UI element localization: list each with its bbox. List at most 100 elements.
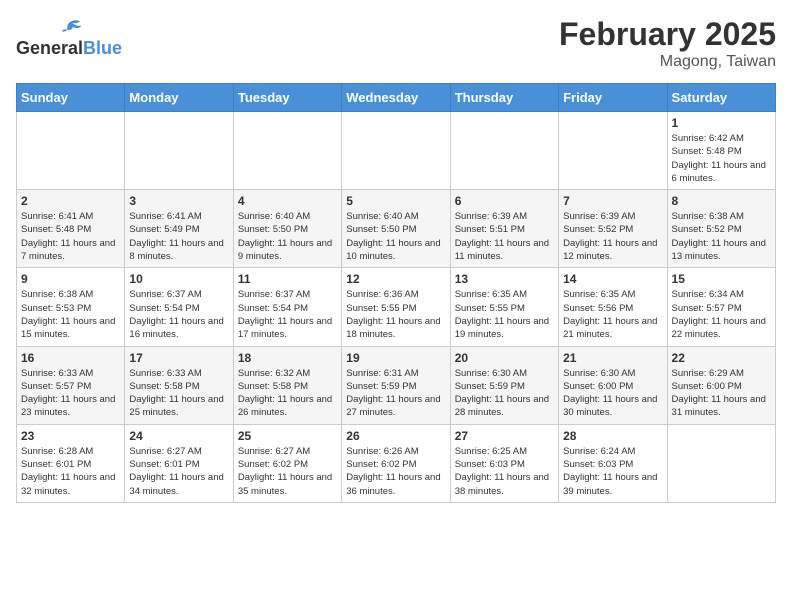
day-info: Sunrise: 6:40 AM Sunset: 5:50 PM Dayligh… [238, 210, 337, 263]
day-info: Sunrise: 6:41 AM Sunset: 5:49 PM Dayligh… [129, 210, 228, 263]
calendar-cell: 5 Sunrise: 6:40 AM Sunset: 5:50 PM Daylig… [342, 190, 450, 268]
day-number: 14 [563, 272, 662, 286]
calendar-cell [667, 424, 775, 502]
calendar-cell: 16 Sunrise: 6:33 AM Sunset: 5:57 PM Dayli… [17, 346, 125, 424]
day-info: Sunrise: 6:28 AM Sunset: 6:01 PM Dayligh… [21, 445, 120, 498]
calendar-cell: 23 Sunrise: 6:28 AM Sunset: 6:01 PM Dayli… [17, 424, 125, 502]
day-info: Sunrise: 6:36 AM Sunset: 5:55 PM Dayligh… [346, 288, 445, 341]
header: General Blue February 2025 Magong, Taiwa… [16, 16, 776, 71]
day-number: 12 [346, 272, 445, 286]
calendar-cell [233, 112, 341, 190]
day-number: 28 [563, 429, 662, 443]
day-info: Sunrise: 6:24 AM Sunset: 6:03 PM Dayligh… [563, 445, 662, 498]
calendar-cell [559, 112, 667, 190]
day-number: 8 [672, 194, 771, 208]
day-info: Sunrise: 6:40 AM Sunset: 5:50 PM Dayligh… [346, 210, 445, 263]
calendar-cell: 15 Sunrise: 6:34 AM Sunset: 5:57 PM Dayli… [667, 268, 775, 346]
calendar-cell: 8 Sunrise: 6:38 AM Sunset: 5:52 PM Daylig… [667, 190, 775, 268]
calendar-cell [125, 112, 233, 190]
day-info: Sunrise: 6:31 AM Sunset: 5:59 PM Dayligh… [346, 367, 445, 420]
day-number: 18 [238, 351, 337, 365]
calendar-cell [17, 112, 125, 190]
day-number: 26 [346, 429, 445, 443]
calendar-cell: 22 Sunrise: 6:29 AM Sunset: 6:00 PM Dayli… [667, 346, 775, 424]
day-number: 27 [455, 429, 554, 443]
calendar-week-1: 1 Sunrise: 6:42 AM Sunset: 5:48 PM Daylig… [17, 112, 776, 190]
day-info: Sunrise: 6:33 AM Sunset: 5:57 PM Dayligh… [21, 367, 120, 420]
day-info: Sunrise: 6:37 AM Sunset: 5:54 PM Dayligh… [238, 288, 337, 341]
calendar-header-monday: Monday [125, 84, 233, 112]
day-number: 25 [238, 429, 337, 443]
calendar-cell: 24 Sunrise: 6:27 AM Sunset: 6:01 PM Dayli… [125, 424, 233, 502]
day-info: Sunrise: 6:38 AM Sunset: 5:52 PM Dayligh… [672, 210, 771, 263]
day-info: Sunrise: 6:25 AM Sunset: 6:03 PM Dayligh… [455, 445, 554, 498]
day-number: 24 [129, 429, 228, 443]
day-info: Sunrise: 6:35 AM Sunset: 5:56 PM Dayligh… [563, 288, 662, 341]
day-info: Sunrise: 6:41 AM Sunset: 5:48 PM Dayligh… [21, 210, 120, 263]
calendar-cell: 20Sunrise: 6:30 AM Sunset: 5:59 PM Dayli… [450, 346, 558, 424]
calendar-cell: 19 Sunrise: 6:31 AM Sunset: 5:59 PM Dayli… [342, 346, 450, 424]
bird-icon [55, 16, 83, 38]
calendar-cell: 6 Sunrise: 6:39 AM Sunset: 5:51 PM Daylig… [450, 190, 558, 268]
day-info: Sunrise: 6:26 AM Sunset: 6:02 PM Dayligh… [346, 445, 445, 498]
day-info: Sunrise: 6:30 AM Sunset: 5:59 PM Dayligh… [455, 367, 554, 420]
calendar-week-5: 23 Sunrise: 6:28 AM Sunset: 6:01 PM Dayli… [17, 424, 776, 502]
day-info: Sunrise: 6:34 AM Sunset: 5:57 PM Dayligh… [672, 288, 771, 341]
day-number: 5 [346, 194, 445, 208]
calendar-header-thursday: Thursday [450, 84, 558, 112]
day-number: 6 [455, 194, 554, 208]
day-info: Sunrise: 6:37 AM Sunset: 5:54 PM Dayligh… [129, 288, 228, 341]
day-number: 4 [238, 194, 337, 208]
calendar-header-saturday: Saturday [667, 84, 775, 112]
day-number: 17 [129, 351, 228, 365]
day-number: 9 [21, 272, 120, 286]
calendar-cell [342, 112, 450, 190]
title-area: February 2025 Magong, Taiwan [559, 16, 776, 71]
calendar-cell: 25 Sunrise: 6:27 AM Sunset: 6:02 PM Dayli… [233, 424, 341, 502]
logo-general: General [16, 38, 83, 59]
calendar-header-row: SundayMondayTuesdayWednesdayThursdayFrid… [17, 84, 776, 112]
calendar-cell: 11 Sunrise: 6:37 AM Sunset: 5:54 PM Dayli… [233, 268, 341, 346]
calendar-cell: 17 Sunrise: 6:33 AM Sunset: 5:58 PM Dayli… [125, 346, 233, 424]
day-info: Sunrise: 6:33 AM Sunset: 5:58 PM Dayligh… [129, 367, 228, 420]
calendar-week-4: 16 Sunrise: 6:33 AM Sunset: 5:57 PM Dayli… [17, 346, 776, 424]
day-info: Sunrise: 6:32 AM Sunset: 5:58 PM Dayligh… [238, 367, 337, 420]
calendar-cell: 14 Sunrise: 6:35 AM Sunset: 5:56 PM Dayli… [559, 268, 667, 346]
day-info: Sunrise: 6:42 AM Sunset: 5:48 PM Dayligh… [672, 132, 771, 185]
day-number: 22 [672, 351, 771, 365]
calendar-cell: 27 Sunrise: 6:25 AM Sunset: 6:03 PM Dayli… [450, 424, 558, 502]
day-info: Sunrise: 6:38 AM Sunset: 5:53 PM Dayligh… [21, 288, 120, 341]
calendar-week-2: 2 Sunrise: 6:41 AM Sunset: 5:48 PM Daylig… [17, 190, 776, 268]
calendar-week-3: 9 Sunrise: 6:38 AM Sunset: 5:53 PM Daylig… [17, 268, 776, 346]
calendar-cell: 1 Sunrise: 6:42 AM Sunset: 5:48 PM Daylig… [667, 112, 775, 190]
calendar-cell: 9 Sunrise: 6:38 AM Sunset: 5:53 PM Daylig… [17, 268, 125, 346]
subtitle: Magong, Taiwan [559, 53, 776, 71]
logo: General Blue [16, 16, 122, 59]
day-number: 3 [129, 194, 228, 208]
day-info: Sunrise: 6:29 AM Sunset: 6:00 PM Dayligh… [672, 367, 771, 420]
day-info: Sunrise: 6:30 AM Sunset: 6:00 PM Dayligh… [563, 367, 662, 420]
day-number: 23 [21, 429, 120, 443]
day-number: 2 [21, 194, 120, 208]
main-title: February 2025 [559, 16, 776, 53]
calendar-header-tuesday: Tuesday [233, 84, 341, 112]
day-number: 19 [346, 351, 445, 365]
day-number: 1 [672, 116, 771, 130]
calendar-cell: 28 Sunrise: 6:24 AM Sunset: 6:03 PM Dayli… [559, 424, 667, 502]
calendar-cell: 3 Sunrise: 6:41 AM Sunset: 5:49 PM Daylig… [125, 190, 233, 268]
day-number: 16 [21, 351, 120, 365]
calendar: SundayMondayTuesdayWednesdayThursdayFrid… [16, 83, 776, 503]
calendar-cell: 7Sunrise: 6:39 AM Sunset: 5:52 PM Daylig… [559, 190, 667, 268]
calendar-header-sunday: Sunday [17, 84, 125, 112]
day-info: Sunrise: 6:27 AM Sunset: 6:01 PM Dayligh… [129, 445, 228, 498]
day-number: 10 [129, 272, 228, 286]
day-number: 11 [238, 272, 337, 286]
calendar-cell: 13 Sunrise: 6:35 AM Sunset: 5:55 PM Dayli… [450, 268, 558, 346]
calendar-cell: 18 Sunrise: 6:32 AM Sunset: 5:58 PM Dayli… [233, 346, 341, 424]
day-info: Sunrise: 6:35 AM Sunset: 5:55 PM Dayligh… [455, 288, 554, 341]
day-number: 13 [455, 272, 554, 286]
day-number: 15 [672, 272, 771, 286]
day-info: Sunrise: 6:27 AM Sunset: 6:02 PM Dayligh… [238, 445, 337, 498]
calendar-header-wednesday: Wednesday [342, 84, 450, 112]
day-info: Sunrise: 6:39 AM Sunset: 5:51 PM Dayligh… [455, 210, 554, 263]
